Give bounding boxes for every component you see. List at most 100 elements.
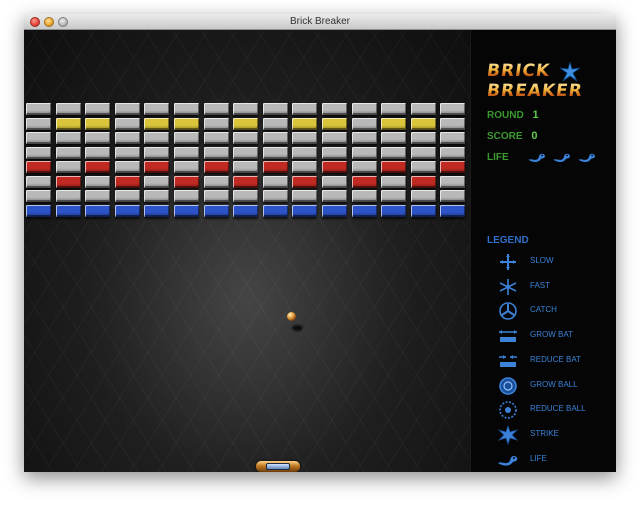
- gray-brick: [114, 190, 140, 202]
- gray-brick: [292, 161, 318, 173]
- gray-brick: [26, 117, 51, 130]
- gray-brick: [410, 103, 436, 115]
- gray-brick: [85, 103, 111, 115]
- red-brick: [85, 161, 111, 173]
- blue-brick: [410, 204, 436, 217]
- legend-item: LIFE: [491, 449, 601, 471]
- red-brick: [26, 161, 51, 173]
- gray-brick: [85, 190, 111, 202]
- gray-brick: [203, 132, 229, 144]
- legend-item: STRIKE: [491, 424, 601, 446]
- yellow-brick: [292, 117, 318, 130]
- gray-brick: [381, 146, 407, 159]
- gray-brick: [203, 103, 229, 115]
- legend-label: GROW BAT: [530, 330, 573, 340]
- gray-brick: [351, 190, 377, 202]
- gray-brick: [144, 146, 170, 159]
- brick-row: [26, 103, 470, 118]
- gray-brick: [114, 146, 140, 159]
- score-value: 0: [531, 130, 538, 142]
- score-label: SCORE: [487, 131, 523, 142]
- blue-brick: [351, 204, 377, 217]
- red-brick: [292, 175, 318, 188]
- gray-brick: [26, 132, 51, 144]
- gray-brick: [262, 103, 288, 115]
- red-brick: [410, 175, 436, 188]
- logo-line-1: BRICK: [485, 60, 608, 82]
- round-value: 1: [532, 109, 539, 121]
- gray-brick: [321, 175, 347, 188]
- brick-row: [26, 161, 470, 176]
- gray-brick: [173, 161, 199, 173]
- play-field[interactable]: [24, 30, 470, 472]
- blue-brick: [85, 204, 111, 217]
- gray-brick: [26, 103, 51, 115]
- gray-brick: [351, 132, 377, 144]
- brick-wall: [26, 103, 470, 219]
- gray-brick: [321, 146, 347, 159]
- red-brick: [351, 175, 377, 188]
- legend-label: CATCH: [530, 305, 557, 315]
- fast-icon: [499, 278, 517, 295]
- red-brick: [440, 161, 466, 173]
- gray-brick: [262, 132, 288, 144]
- gray-brick: [262, 175, 288, 188]
- ball-shadow: [292, 325, 303, 331]
- gray-brick: [351, 103, 377, 115]
- legend-item: GROW BALL: [491, 375, 601, 397]
- legend-item: CATCH: [491, 300, 601, 322]
- legend-label: GROW BALL: [530, 379, 578, 389]
- gray-brick: [262, 146, 288, 159]
- gray-brick: [144, 132, 170, 144]
- brick-row: [26, 117, 470, 133]
- legend-label: LIFE: [530, 453, 547, 463]
- gray-brick: [55, 161, 81, 173]
- gray-brick: [381, 190, 407, 202]
- blue-brick: [292, 204, 318, 217]
- blue-brick: [144, 204, 170, 217]
- gray-brick: [410, 190, 436, 202]
- life-icon: [498, 455, 518, 466]
- reduce-bat-icon: [499, 354, 517, 367]
- gray-brick: [233, 146, 259, 159]
- yellow-brick: [321, 117, 347, 130]
- gray-brick: [381, 132, 407, 144]
- gray-brick: [55, 146, 81, 159]
- legend-item: SLOW: [491, 251, 601, 273]
- gray-brick: [440, 146, 466, 159]
- title-bar: Brick Breaker: [24, 14, 616, 30]
- gray-brick: [440, 103, 466, 115]
- paddle-core: [266, 463, 290, 470]
- blue-brick: [203, 204, 229, 217]
- yellow-brick: [381, 117, 407, 130]
- legend-label: STRIKE: [530, 428, 559, 438]
- gray-brick: [321, 190, 347, 202]
- yellow-brick: [85, 117, 111, 130]
- gray-brick: [85, 175, 111, 188]
- red-brick: [381, 161, 407, 173]
- gray-brick: [114, 103, 140, 115]
- life-icon: [528, 153, 545, 162]
- gray-brick: [292, 132, 318, 144]
- blue-brick: [262, 204, 288, 217]
- brick-row: [26, 204, 470, 220]
- paddle[interactable]: [256, 461, 300, 472]
- gray-brick: [144, 190, 170, 202]
- gray-brick: [321, 132, 347, 144]
- life-stat: LIFE: [487, 152, 595, 163]
- blue-brick: [26, 204, 51, 217]
- gray-brick: [351, 161, 377, 173]
- gray-brick: [351, 146, 377, 159]
- blue-brick: [114, 204, 140, 217]
- life-icon: [553, 153, 570, 162]
- gray-brick: [26, 175, 51, 188]
- gray-brick: [203, 117, 229, 130]
- sidebar: BRICK BREAKER ROUND 1 SCORE 0 LIFE LEGEN…: [470, 30, 616, 472]
- reduce-ball-icon: [499, 401, 517, 419]
- legend-label: SLOW: [530, 256, 554, 265]
- red-brick: [321, 161, 347, 173]
- legend-item: FAST: [491, 276, 601, 298]
- legend-label: FAST: [530, 280, 551, 290]
- logo-star-icon: [560, 62, 580, 82]
- brick-row: [26, 175, 470, 191]
